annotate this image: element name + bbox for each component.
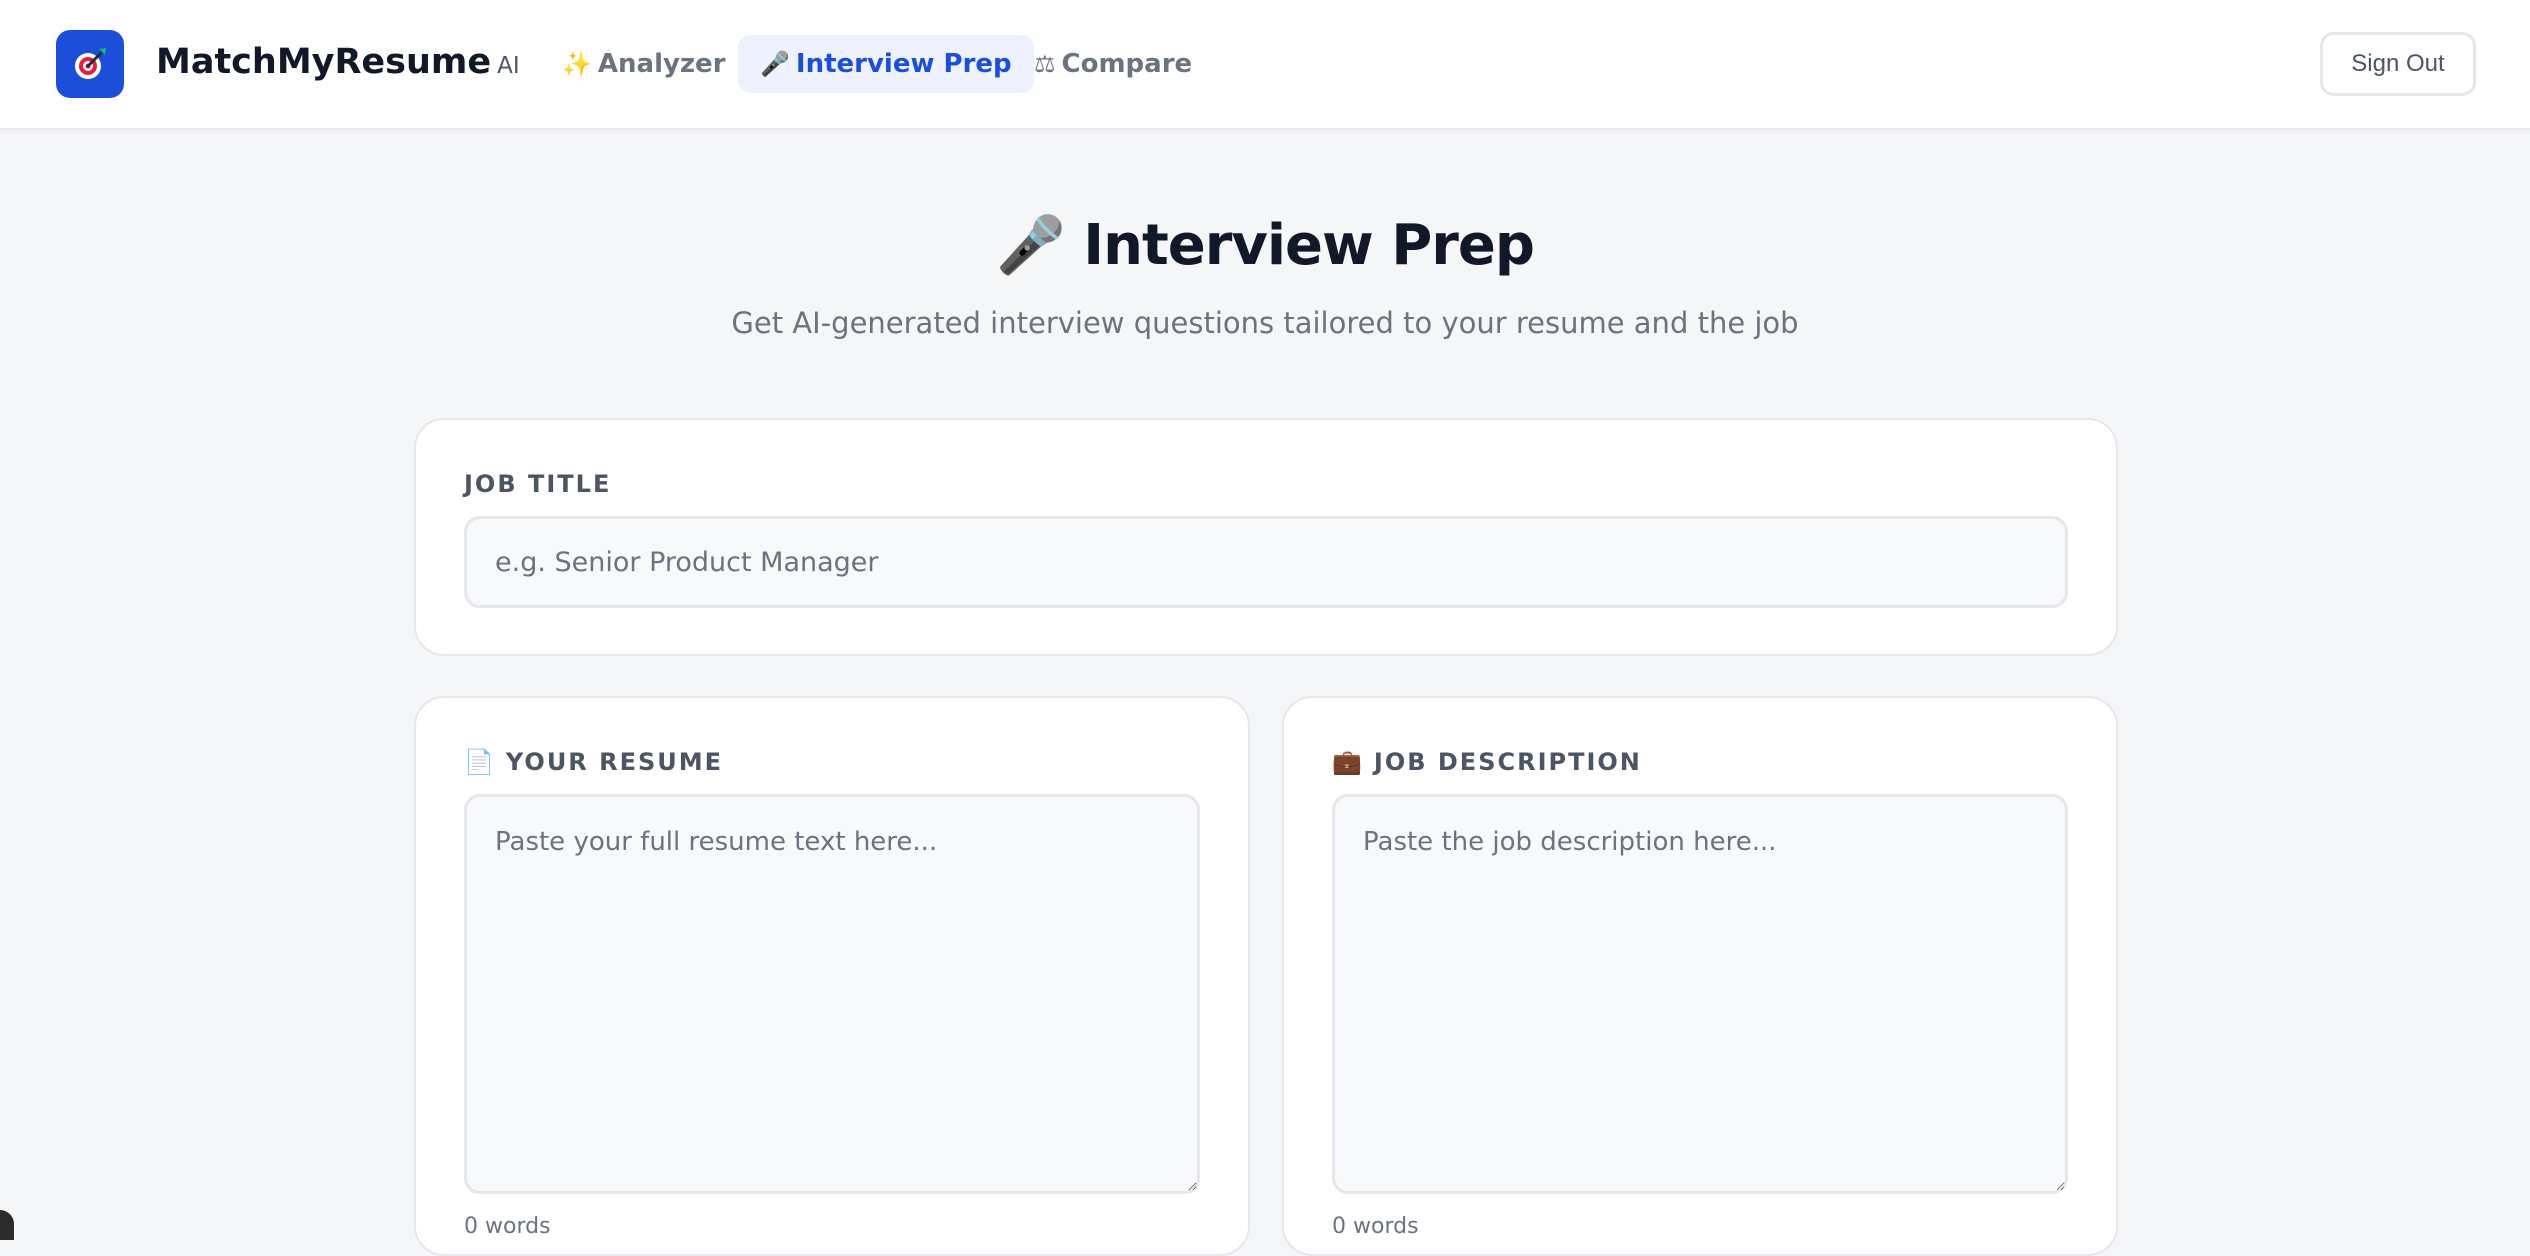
resume-textarea[interactable]	[464, 794, 1200, 1194]
window-corner	[0, 1210, 14, 1240]
microphone-icon: 🎤	[996, 213, 1066, 278]
job-description-textarea[interactable]	[1332, 794, 2068, 1194]
page-subtitle: Get AI-generated interview questions tai…	[731, 306, 1799, 340]
job-description-card: 💼 JOB DESCRIPTION 0 words	[1282, 696, 2118, 1256]
nav-interview-prep[interactable]: 🎤 Interview Prep	[738, 35, 1034, 93]
balance-scale-icon: ⚖	[1034, 50, 1056, 78]
brand-suffix: AI	[497, 53, 520, 79]
resume-card: 📄 YOUR RESUME 0 words	[414, 696, 1250, 1256]
target-dart-icon	[75, 48, 106, 79]
job-title-input[interactable]	[464, 516, 2068, 608]
nav-interview-prep-label: Interview Prep	[795, 49, 1012, 79]
document-icon: 📄	[464, 748, 496, 776]
nav-compare-label: Compare	[1061, 49, 1193, 79]
sign-out-button[interactable]: Sign Out	[2320, 32, 2476, 96]
page-title: 🎤 Interview Prep	[0, 212, 2530, 278]
job-description-label-text: JOB DESCRIPTION	[1373, 748, 1642, 776]
microphone-icon: 🎤	[760, 50, 790, 78]
nav-analyzer[interactable]: ✨ Analyzer	[540, 35, 748, 93]
sparkles-icon: ✨	[562, 50, 592, 78]
app-logo[interactable]	[56, 30, 124, 98]
job-description-word-count: 0 words	[1332, 1214, 1419, 1239]
job-title-label: JOB TITLE	[464, 470, 611, 498]
job-title-card: JOB TITLE	[414, 418, 2118, 656]
nav-compare[interactable]: ⚖ Compare	[1012, 35, 1214, 93]
top-navigation-bar: MatchMyResume AI ✨ Analyzer 🎤 Interview P…	[0, 0, 2530, 130]
briefcase-icon: 💼	[1332, 748, 1364, 776]
job-title-label-text: JOB TITLE	[464, 470, 612, 498]
brand-name-text: MatchMyResume	[156, 42, 492, 82]
resume-label: 📄 YOUR RESUME	[464, 748, 723, 776]
resume-label-text: YOUR RESUME	[505, 748, 724, 776]
resume-word-count: 0 words	[464, 1214, 551, 1239]
job-description-label: 💼 JOB DESCRIPTION	[1332, 748, 1642, 776]
brand-name[interactable]: MatchMyResume AI	[156, 42, 520, 82]
page-title-text: Interview Prep	[1083, 213, 1535, 278]
nav-analyzer-label: Analyzer	[597, 49, 726, 79]
